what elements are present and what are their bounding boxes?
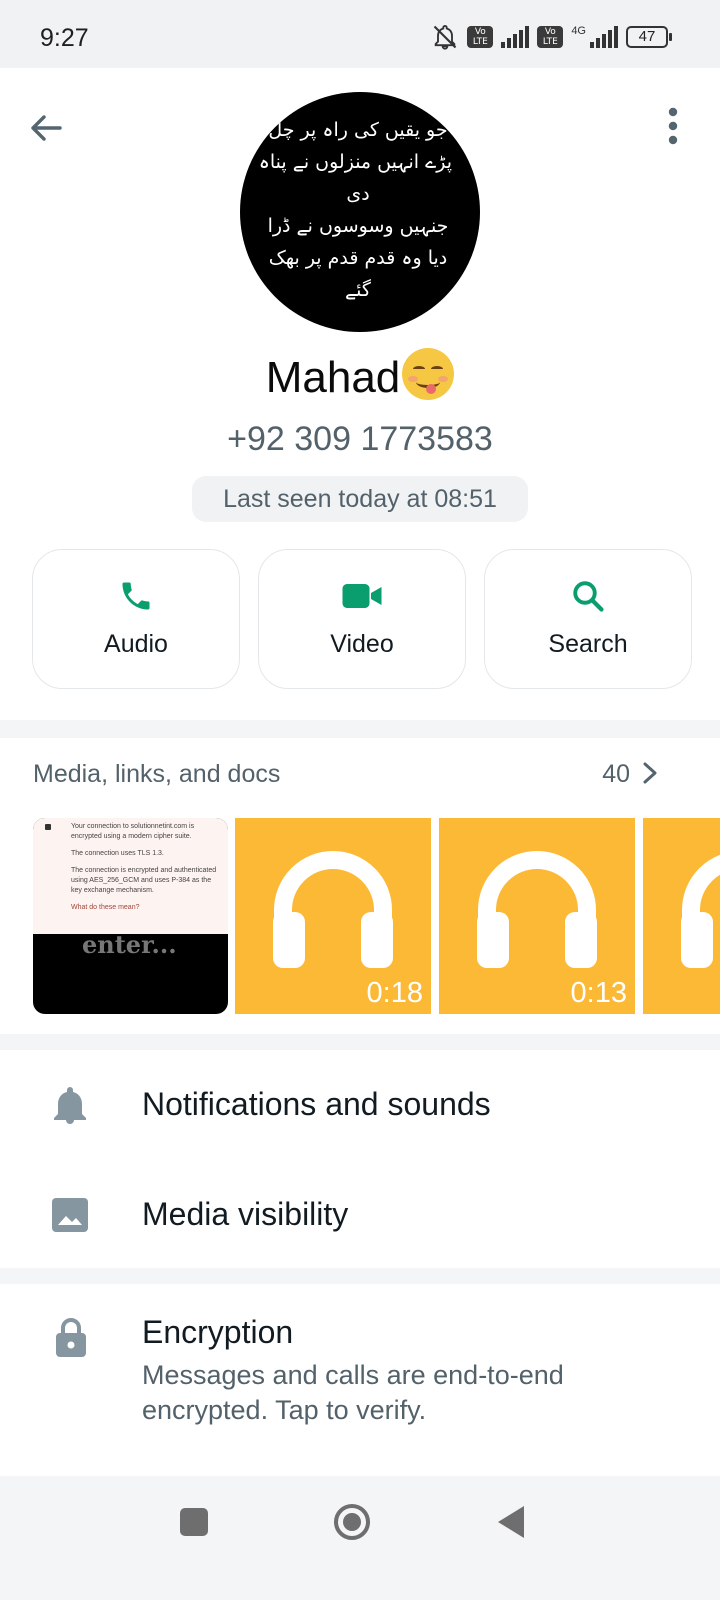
more-vertical-icon[interactable] <box>666 106 680 146</box>
media-heading[interactable]: Media, links, and docs <box>33 760 280 789</box>
volte-badge: Vo LTE <box>537 26 564 48</box>
avatar[interactable]: جو یقیں کی راہ پر چل پڑے انہیں منزلوں نے… <box>240 92 480 332</box>
recents-button[interactable] <box>174 1502 214 1542</box>
media-section: Media, links, and docs 40 Your connectio… <box>0 738 720 1034</box>
contact-name-text: Mahad <box>265 353 401 402</box>
bell-off-icon <box>434 25 457 50</box>
headphones-icon <box>681 854 720 968</box>
media-thumb-screenshot[interactable]: Your connection to solutionnetint.com is… <box>33 818 228 1014</box>
arrow-left-icon[interactable] <box>26 108 66 148</box>
avatar-text-line: دی <box>346 183 370 205</box>
home-button[interactable] <box>332 1502 372 1542</box>
screenshot-link: What do these mean? <box>71 904 140 911</box>
audio-duration: 0:13 <box>570 977 627 1009</box>
image-icon <box>52 1198 88 1232</box>
screenshot-overlay-text: enter... <box>82 930 177 959</box>
audio-call-button[interactable]: Audio <box>32 549 240 689</box>
status-icons: Vo LTE Vo LTE 4G 47 <box>431 22 672 52</box>
media-visibility-label: Media visibility <box>142 1196 349 1232</box>
audio-label: Audio <box>104 630 168 658</box>
status-time: 9:27 <box>40 24 89 52</box>
notifications-row[interactable]: Notifications and sounds <box>0 1050 720 1160</box>
signal-icon <box>590 26 618 48</box>
avatar-text-line: گئے <box>345 279 371 301</box>
notifications-label: Notifications and sounds <box>142 1086 491 1122</box>
screenshot-content: Your connection to solutionnetint.com is… <box>33 818 228 934</box>
volte-badge: Vo LTE <box>467 26 494 48</box>
audio-duration: 0:18 <box>366 977 423 1009</box>
chevron-right-icon[interactable] <box>638 758 662 788</box>
media-thumb-audio[interactable] <box>643 818 720 1014</box>
media-thumb-audio[interactable]: 0:18 <box>235 818 431 1014</box>
settings-section: Notifications and sounds Media visibilit… <box>0 1050 720 1268</box>
quick-actions: Audio Video Search <box>32 549 692 689</box>
phone-icon <box>122 582 150 610</box>
media-thumb-audio[interactable]: 0:13 <box>439 818 635 1014</box>
screenshot-text: The connection uses TLS 1.3. <box>71 850 164 857</box>
lock-icon <box>45 824 51 830</box>
media-visibility-row[interactable]: Media visibility <box>0 1160 720 1270</box>
bell-icon <box>54 1087 86 1124</box>
headphones-icon <box>273 851 393 968</box>
media-thumbnails: Your connection to solutionnetint.com is… <box>33 818 720 1014</box>
status-bar: 9:27 Vo LTE Vo LTE 4G 47 <box>0 0 720 68</box>
video-label: Video <box>330 630 394 658</box>
battery-icon: 47 <box>626 26 672 48</box>
headphones-icon <box>477 851 597 968</box>
avatar-text-line: جنہیں وسوسوں نے ڈرا <box>267 215 449 237</box>
screenshot-text: Your connection to solutionnetint.com is… <box>71 823 195 840</box>
back-button[interactable] <box>492 1502 532 1542</box>
avatar-text-line: جو یقیں کی راہ پر چل <box>268 119 448 141</box>
encryption-title: Encryption <box>142 1314 294 1350</box>
profile-card: جو یقیں کی راہ پر چل پڑے انہیں منزلوں نے… <box>0 68 720 720</box>
face-savoring-food-emoji <box>402 348 455 400</box>
contact-phone: +92 309 1773583 <box>227 420 493 458</box>
signal-icon <box>501 26 530 48</box>
search-label: Search <box>548 630 628 658</box>
encryption-subtitle: Messages and calls are end-to-end encryp… <box>142 1360 564 1425</box>
network-type: 4G <box>571 24 586 37</box>
lock-icon <box>56 1318 86 1357</box>
search-icon <box>573 581 604 612</box>
search-button[interactable]: Search <box>484 549 692 689</box>
video-camera-icon <box>342 584 382 608</box>
encryption-row[interactable]: Encryption Messages and calls are end-to… <box>0 1284 720 1476</box>
contact-name: Mahad <box>0 348 720 403</box>
video-call-button[interactable]: Video <box>258 549 466 689</box>
avatar-text-line: پڑے انہیں منزلوں نے پناہ <box>258 151 452 173</box>
system-nav-bar <box>0 1476 720 1600</box>
screenshot-text: The connection is encrypted and authenti… <box>71 867 217 894</box>
media-count[interactable]: 40 <box>602 760 630 789</box>
avatar-text-line: دیا وہ قدم قدم پر بھک <box>268 247 448 269</box>
last-seen-badge: Last seen today at 08:51 <box>192 476 528 522</box>
